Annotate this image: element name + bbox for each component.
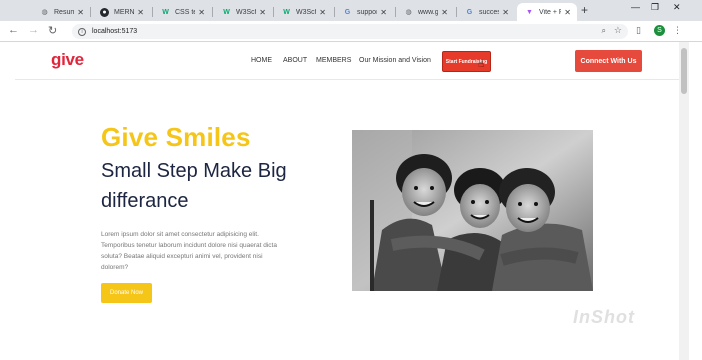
tab-label: support	[357, 8, 377, 16]
hand-cursor-icon: ☝	[478, 59, 485, 70]
connect-with-us-button[interactable]: Connect With Us	[575, 50, 642, 72]
forward-arrow-icon[interactable]: →	[28, 24, 39, 36]
close-tab-icon[interactable]: ✕	[441, 8, 448, 17]
tab-divider	[90, 7, 91, 17]
hero-description: Lorem ipsum dolor sit amet consectetur a…	[101, 231, 277, 271]
tab-mern[interactable]: ● MERN-S ✕	[92, 3, 150, 21]
url-text[interactable]: localhost:5173	[92, 28, 137, 35]
profile-avatar[interactable]: S	[654, 25, 665, 36]
bookmark-star-icon[interactable]: ☆	[614, 25, 622, 36]
tab-label: W3Schoo	[296, 8, 316, 16]
back-arrow-icon[interactable]: ←	[8, 24, 19, 36]
tab-divider	[212, 7, 213, 17]
tab-www-goo[interactable]: ◍ www.goo ✕	[396, 3, 454, 21]
site-logo[interactable]: give	[51, 50, 84, 70]
tab-label: CSS text	[175, 8, 196, 16]
address-bar[interactable]: i localhost:5173 ⌕ ☆	[72, 24, 628, 39]
tab-w3schools-2[interactable]: W W3Schoo ✕	[274, 3, 332, 21]
tab-resume[interactable]: ◍ Resume ✕	[32, 3, 90, 21]
hero-subtitle: Small Step Make Big differance	[101, 156, 331, 216]
close-tab-icon[interactable]: ✕	[319, 8, 326, 17]
github-icon: ●	[100, 7, 109, 17]
close-tab-icon[interactable]: ✕	[380, 8, 387, 17]
page-viewport: give HOME ABOUT MEMBERS Our Mission and …	[15, 42, 679, 360]
restore-icon[interactable]: ❐	[651, 2, 659, 13]
globe-icon: ◍	[41, 9, 48, 16]
kebab-menu-icon[interactable]: ⋮	[673, 25, 682, 36]
page-scrollbar[interactable]	[679, 42, 689, 360]
tab-vite-react[interactable]: ▼ Vite + Re ✕	[517, 3, 577, 21]
tab-css-text[interactable]: W CSS text ✕	[153, 3, 211, 21]
hero-subtitle-line-1: Small Step Make Big	[101, 160, 287, 182]
google-icon: G	[466, 8, 473, 16]
globe-icon: ◍	[405, 9, 412, 16]
site-header: give HOME ABOUT MEMBERS Our Mission and …	[15, 42, 679, 80]
tab-success[interactable]: G success ✕	[457, 3, 515, 21]
donate-now-button[interactable]: Donate Now	[101, 283, 152, 303]
reload-icon[interactable]: ↻	[48, 24, 57, 37]
close-window-icon[interactable]: ✕	[673, 2, 681, 13]
minimize-icon[interactable]: —	[631, 2, 640, 12]
close-tab-icon[interactable]: ✕	[502, 8, 509, 17]
browser-tab-strip: ◍ Resume ✕ ● MERN-S ✕ W CSS text ✕ W W3S…	[0, 0, 702, 21]
nav-about[interactable]: ABOUT	[283, 57, 307, 64]
tab-w3schools-1[interactable]: W W3Schoo ✕	[214, 3, 272, 21]
hero-title: Give Smiles	[101, 122, 251, 152]
nav-home[interactable]: HOME	[251, 57, 272, 64]
tab-support[interactable]: G support ✕	[335, 3, 393, 21]
hero-subtitle-line-2: differance	[101, 190, 189, 212]
zoom-icon[interactable]: ⌕	[602, 26, 606, 36]
browser-toolbar: ← → ↻ i localhost:5173 ⌕ ☆ ▯ S ⋮	[0, 21, 702, 42]
side-panel-icon[interactable]: ▯	[636, 25, 641, 36]
tab-label: MERN-S	[114, 8, 135, 16]
tab-label: success	[479, 8, 500, 16]
tab-label: Vite + Re	[539, 8, 561, 16]
close-tab-icon[interactable]: ✕	[137, 8, 144, 17]
close-tab-icon[interactable]: ✕	[564, 8, 571, 17]
w3schools-icon: W	[162, 8, 169, 16]
w3schools-icon: W	[283, 8, 290, 16]
new-tab-button[interactable]: +	[581, 3, 588, 17]
nav-members[interactable]: MEMBERS	[316, 57, 351, 64]
google-icon: G	[344, 8, 351, 16]
close-tab-icon[interactable]: ✕	[198, 8, 205, 17]
inshot-watermark: InShot	[573, 307, 635, 327]
tab-label: Resume	[54, 8, 75, 16]
close-tab-icon[interactable]: ✕	[259, 8, 266, 17]
vite-icon: ▼	[526, 8, 533, 16]
nav-mission-vision[interactable]: Our Mission and Vision	[359, 57, 431, 64]
close-tab-icon[interactable]: ✕	[77, 8, 84, 17]
scrollbar-thumb[interactable]	[681, 48, 687, 94]
window-edge	[689, 42, 702, 360]
tab-label: W3Schoo	[236, 8, 256, 16]
site-info-icon[interactable]: i	[78, 27, 86, 36]
tab-label: www.goo	[418, 8, 439, 16]
w3schools-icon: W	[223, 8, 230, 16]
children-smiling-photo	[352, 130, 593, 291]
